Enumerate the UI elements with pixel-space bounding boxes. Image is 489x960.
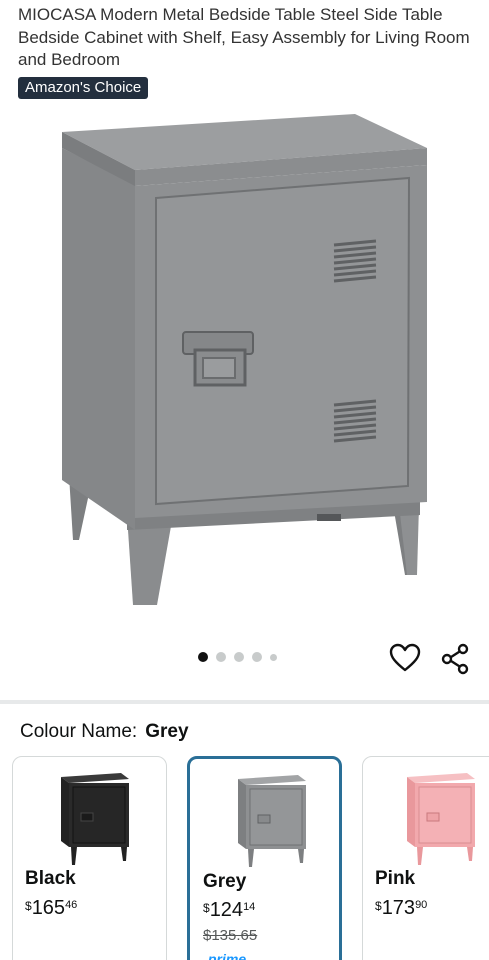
option-price: $17390 [375,897,427,920]
option-name: Pink [375,868,416,889]
colour-selector-header: Colour Name: Grey [20,721,189,743]
price-whole: 165 [31,897,66,919]
colour-option-grey[interactable]: Grey $12414 $135.65 prime [187,756,342,960]
option-price: $12414 [203,899,255,922]
currency-symbol: $ [25,899,32,913]
colour-option-black[interactable]: Black $16546 [12,756,167,960]
price-whole: 124 [209,899,244,921]
share-icon[interactable] [439,643,471,675]
colour-selected-value: Grey [145,721,189,742]
amazons-choice-badge[interactable]: Amazon's Choice [18,77,149,99]
image-carousel-dots[interactable] [198,652,277,662]
price-fraction: 46 [65,899,78,911]
colour-option-pink[interactable]: Pink $17390 [362,756,489,960]
option-price: $16546 [25,897,77,920]
carousel-dot[interactable] [198,652,208,662]
grey-swatch-image [238,775,306,867]
pink-swatch-image [407,773,475,865]
prime-badge: prime [208,951,247,960]
carousel-dot[interactable] [216,652,226,662]
option-name: Grey [203,871,247,892]
carousel-dot[interactable] [234,652,244,662]
colour-label: Colour Name: [20,721,138,742]
was-price: $135.65 [203,927,258,944]
product-image[interactable] [55,110,435,615]
price-fraction: 14 [243,901,256,913]
currency-symbol: $ [203,901,210,915]
price-whole: 173 [381,897,416,919]
product-title: MIOCASA Modern Metal Bedside Table Steel… [18,5,470,69]
price-fraction: 90 [415,899,428,911]
currency-symbol: $ [375,899,382,913]
carousel-dot[interactable] [252,652,262,662]
section-divider [0,700,489,704]
option-name: Black [25,868,76,889]
black-swatch-image [61,773,129,865]
heart-icon[interactable] [389,643,421,673]
carousel-dot[interactable] [270,653,277,661]
